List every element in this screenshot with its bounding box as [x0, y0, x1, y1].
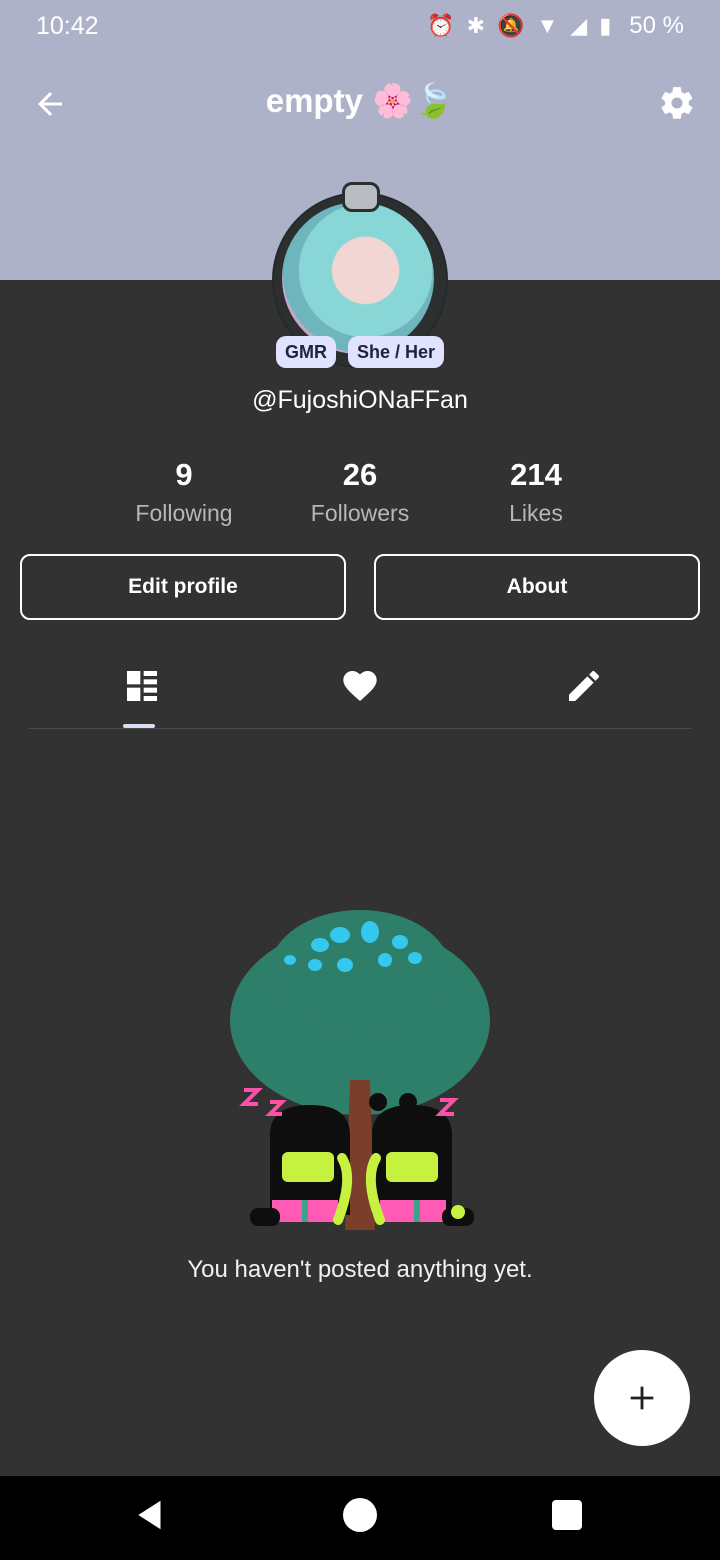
status-time: 10:42 [36, 12, 99, 40]
pencil-icon[interactable] [564, 666, 604, 706]
plus-icon [630, 1386, 654, 1410]
signal-icon: ◢ [570, 13, 588, 38]
stat-label: Following [135, 500, 233, 526]
profile-tabs [28, 656, 692, 729]
create-post-button[interactable] [594, 1350, 690, 1446]
mute-icon: 🔕 [497, 13, 525, 38]
battery-icon: ▮ [599, 13, 612, 38]
gear-icon[interactable] [658, 84, 696, 122]
heart-icon[interactable] [340, 666, 380, 706]
sleeping-under-tree-illustration [230, 910, 490, 1230]
empty-state-message: You haven't posted anything yet. [187, 1256, 533, 1283]
wifi-icon: ▼ [536, 13, 559, 38]
stat-label: Likes [509, 500, 563, 526]
bluetooth-icon: ✱ [466, 13, 486, 38]
nav-back-icon[interactable] [132, 1496, 170, 1534]
about-button[interactable]: About [374, 554, 700, 620]
battery-level: 50 % [629, 12, 684, 39]
username: @FujoshiONaFFan [252, 386, 468, 414]
stat-value: 26 [342, 457, 378, 492]
system-nav-bar [0, 1476, 720, 1560]
grid-icon[interactable] [122, 666, 162, 706]
edit-profile-button[interactable]: Edit profile [20, 554, 346, 620]
stat-following[interactable]: 9 Following [96, 456, 272, 540]
status-bar: 10:42 ⏰ ✱ 🔕 ▼ ◢ ▮ 50 % [0, 0, 720, 56]
profile-stats: 9 Following 26 Followers 214 Likes [96, 456, 624, 540]
nav-home-icon[interactable] [343, 1498, 377, 1532]
stat-followers[interactable]: 26 Followers [272, 456, 448, 540]
tab-selected-indicator [123, 724, 155, 728]
badge-gmr: GMR [276, 336, 336, 368]
alarm-icon: ⏰ [427, 13, 455, 38]
stat-value: 214 [510, 457, 562, 492]
stat-value: 9 [175, 457, 193, 492]
nav-recents-icon[interactable] [552, 1500, 582, 1530]
avatar-charm-icon [342, 182, 380, 212]
badge-pronouns: She / Her [348, 336, 444, 368]
page-title: empty 🌸🍃 [265, 82, 455, 119]
stat-likes[interactable]: 214 Likes [448, 456, 624, 540]
status-icons: ⏰ ✱ 🔕 ▼ ◢ ▮ 50 % [427, 12, 684, 40]
profile-actions: Edit profile About [20, 554, 700, 624]
stat-label: Followers [310, 500, 410, 526]
avatar-image [282, 202, 434, 354]
